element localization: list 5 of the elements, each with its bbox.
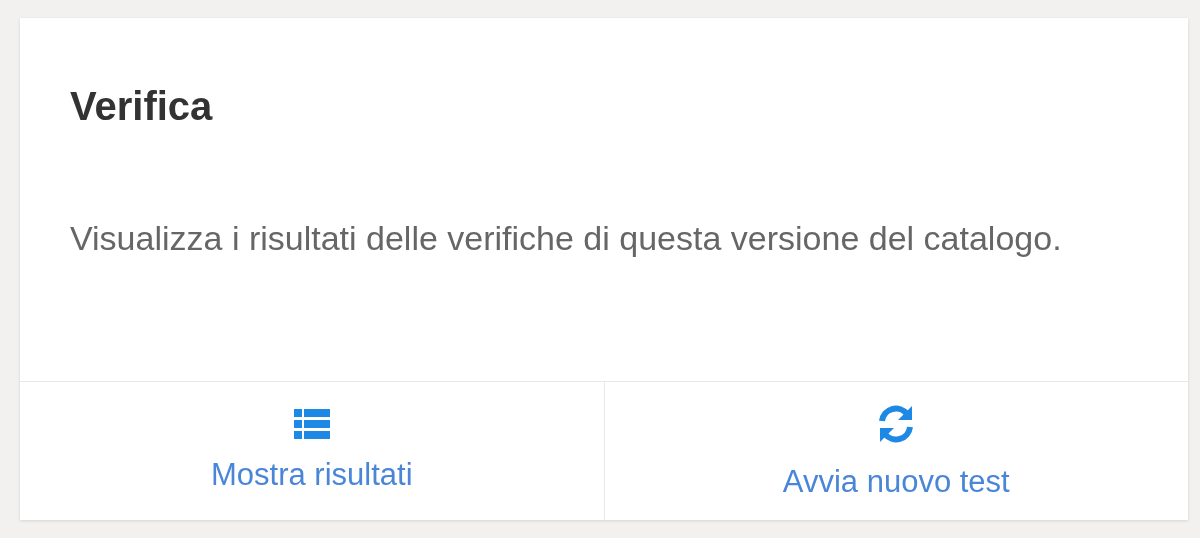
card-description: Visualizza i risultati delle verifiche di questa versione del catalogo.	[70, 218, 1063, 259]
action-button[interactable]: Mostra risultati	[20, 382, 604, 520]
action-button[interactable]: Avvia nuovo test	[603, 382, 1188, 520]
list-icon	[293, 409, 330, 439]
card-title: Verifica	[70, 84, 213, 129]
